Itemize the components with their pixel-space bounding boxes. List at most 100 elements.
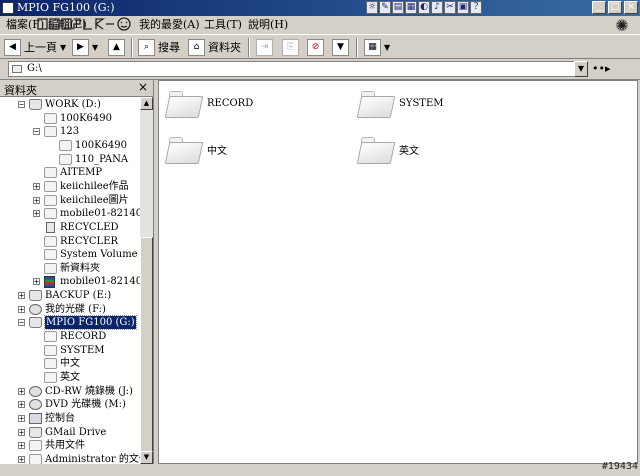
views-icon: ▦ bbox=[364, 38, 381, 56]
folder-icon bbox=[44, 262, 57, 274]
close-pane-icon[interactable]: × bbox=[138, 80, 148, 94]
tray-icon-6[interactable]: ♪ bbox=[431, 1, 443, 14]
watermark: #19434 bbox=[601, 461, 638, 472]
back-button[interactable]: ◀ 上一頁 ▼ bbox=[4, 38, 66, 56]
expand-icon[interactable]: + bbox=[33, 278, 40, 286]
scroll-thumb[interactable] bbox=[140, 237, 153, 459]
views-dropdown-icon[interactable]: ▼ bbox=[384, 43, 390, 52]
tree-item[interactable]: RECYCLER bbox=[33, 235, 118, 248]
expand-icon[interactable]: + bbox=[18, 292, 25, 300]
tree-item[interactable]: + mobile01-82140e7d1 bbox=[33, 207, 140, 220]
tree-item[interactable]: + GMail Drive bbox=[18, 426, 106, 439]
window-icon[interactable] bbox=[2, 2, 14, 14]
tree-item[interactable]: + DVD 光碟機 (M:) bbox=[18, 398, 126, 411]
tree-item[interactable]: + keiichilee作品 bbox=[33, 180, 129, 193]
go-arrow-icon[interactable]: ••▸ bbox=[592, 62, 611, 75]
folder-item[interactable]: SYSTEM bbox=[356, 87, 444, 119]
tree-item[interactable]: + mobile01-82140e7d1 bbox=[33, 275, 140, 288]
views-button[interactable]: ▦ ▼ bbox=[364, 38, 390, 56]
tree-item[interactable]: RECORD bbox=[33, 330, 106, 343]
tree-item[interactable]: − MPIO FG100 (G:) bbox=[18, 315, 137, 331]
tree-item[interactable]: 100K6490 bbox=[33, 112, 112, 125]
collapse-icon[interactable]: − bbox=[18, 101, 25, 109]
expand-icon[interactable]: + bbox=[18, 387, 25, 395]
tree-item[interactable]: 110_PANA bbox=[48, 153, 128, 166]
folder-item[interactable]: RECORD bbox=[164, 87, 253, 119]
tree-item[interactable]: + BACKUP (E:) bbox=[18, 289, 111, 302]
expand-icon[interactable]: + bbox=[33, 196, 40, 204]
tree-item[interactable]: System Volume Infor bbox=[33, 248, 140, 261]
tree-item[interactable]: 中文 bbox=[33, 357, 80, 370]
close-button[interactable]: × bbox=[624, 1, 638, 14]
tree-item[interactable]: + 我的光碟 (F:) bbox=[18, 303, 106, 316]
expand-icon[interactable]: + bbox=[18, 428, 25, 436]
toolbar-separator bbox=[131, 38, 133, 57]
window-title: MPIO FG100 (G:) bbox=[17, 1, 115, 14]
tray-icon-5[interactable]: ◐ bbox=[418, 1, 430, 14]
tree-item-label: SYSTEM bbox=[60, 344, 105, 356]
scroll-up-arrow-icon[interactable]: ▲ bbox=[140, 97, 153, 110]
menu-help[interactable]: 說明(H) bbox=[248, 18, 288, 31]
collapse-icon[interactable]: − bbox=[33, 128, 40, 136]
folders-label: 資料夾 bbox=[208, 41, 241, 54]
expand-icon[interactable]: + bbox=[18, 455, 25, 463]
up-button[interactable]: ▲ bbox=[108, 38, 125, 56]
scroll-down-arrow-icon[interactable]: ▼ bbox=[140, 451, 153, 464]
forward-dropdown-icon[interactable]: ▼ bbox=[92, 43, 98, 52]
tree-scrollbar[interactable]: ▲ ▼ bbox=[140, 97, 153, 464]
collapse-icon[interactable]: − bbox=[18, 319, 25, 327]
tree-item-label: mobile01-82140e7d1 bbox=[60, 208, 140, 220]
delete-button[interactable]: ⊘ bbox=[307, 38, 324, 56]
tray-icon-4[interactable]: ▦ bbox=[405, 1, 417, 14]
move-to-button[interactable]: ⇥ bbox=[256, 38, 273, 56]
tree-item[interactable]: 100K6490 bbox=[48, 139, 127, 152]
tray-icon-7[interactable]: ✂ bbox=[444, 1, 456, 14]
back-dropdown-icon[interactable]: ▼ bbox=[60, 43, 66, 52]
folders-button[interactable]: ⌂ 資料夾 bbox=[188, 38, 241, 56]
expand-icon[interactable]: + bbox=[18, 414, 25, 422]
tray-icon-8[interactable]: ▣ bbox=[457, 1, 469, 14]
folder-item[interactable]: 英文 bbox=[356, 133, 419, 165]
minimize-button[interactable]: _ bbox=[592, 1, 606, 14]
tree-item-label: 110_PANA bbox=[75, 153, 129, 165]
help-question-icon[interactable]: ? bbox=[470, 1, 482, 14]
tree-item[interactable]: + 共用文件 bbox=[18, 439, 85, 452]
tree-item-label: WORK (D:) bbox=[45, 99, 101, 110]
tree-item[interactable]: AITEMP bbox=[33, 166, 102, 179]
folder-body-shape bbox=[164, 142, 204, 164]
expand-icon[interactable]: + bbox=[33, 182, 40, 190]
address-dropdown-button[interactable]: ▼ bbox=[574, 61, 588, 77]
copy-to-button[interactable]: ⎘ bbox=[282, 38, 299, 56]
tree-item[interactable]: + keiichilee圖片 bbox=[33, 194, 129, 207]
undo-button[interactable]: ▼ bbox=[332, 38, 349, 56]
tray-icon-3[interactable]: ▤ bbox=[392, 1, 404, 14]
menu-tools[interactable]: 工具(T) bbox=[204, 18, 242, 31]
tree-item-label: 100K6490 bbox=[60, 112, 113, 124]
expand-icon[interactable]: + bbox=[18, 305, 25, 313]
tree-item[interactable]: + CD-RW 燒錄機 (J:) bbox=[18, 385, 133, 398]
tree-item[interactable]: 英文 bbox=[33, 371, 80, 384]
tree-item[interactable]: + Administrator 的文件 bbox=[18, 453, 140, 464]
tree-item-label: RECORD bbox=[60, 331, 107, 343]
forward-button[interactable]: ▶ ▼ bbox=[72, 38, 98, 56]
folder-pane-title: 資料夾 bbox=[4, 84, 37, 97]
tree-item[interactable]: 新資料夾 bbox=[33, 262, 100, 275]
tray-icon-1[interactable]: ☼ bbox=[366, 1, 378, 14]
folder-item[interactable]: 中文 bbox=[164, 133, 227, 165]
tree-item-label: RECYCLER bbox=[60, 235, 119, 247]
address-input[interactable]: G:\ bbox=[8, 61, 588, 77]
search-button[interactable]: ⌕ 搜尋 bbox=[138, 38, 180, 56]
tree-item[interactable]: SYSTEM bbox=[33, 344, 105, 357]
tray-icon-2[interactable]: ✎ bbox=[379, 1, 391, 14]
expand-icon[interactable]: + bbox=[18, 442, 25, 450]
tree-item[interactable]: − 123 bbox=[33, 125, 79, 138]
expand-icon[interactable]: + bbox=[33, 210, 40, 218]
tree-item-label: keiichilee圖片 bbox=[60, 194, 129, 206]
tree-item-label: AITEMP bbox=[60, 167, 103, 179]
tree-item[interactable]: − WORK (D:) bbox=[18, 98, 101, 111]
maximize-button[interactable]: □ bbox=[608, 1, 622, 14]
menu-favorites[interactable]: 我的最愛(A) bbox=[139, 18, 200, 31]
tree-item[interactable]: RECYCLED bbox=[33, 221, 119, 234]
expand-icon[interactable]: + bbox=[18, 401, 25, 409]
tree-item[interactable]: + 控制台 bbox=[18, 412, 75, 425]
